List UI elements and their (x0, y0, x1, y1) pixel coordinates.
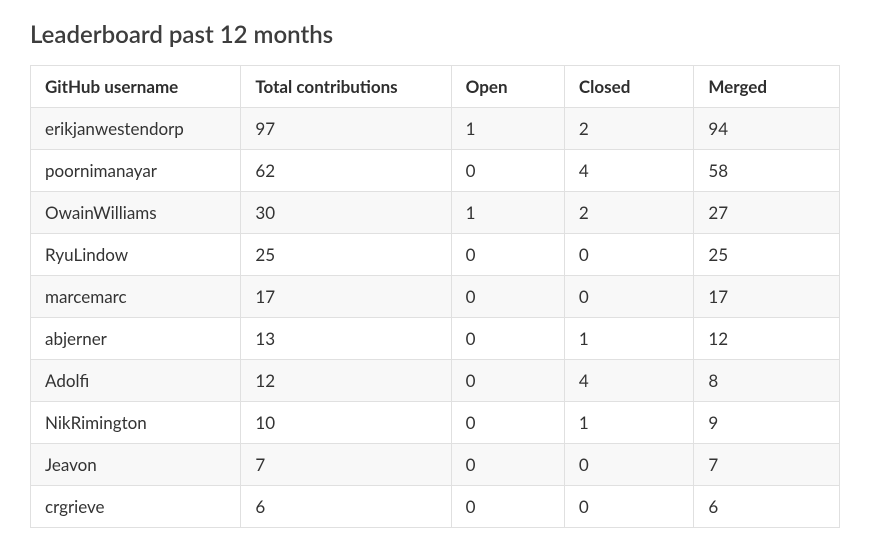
cell-open: 0 (451, 318, 564, 360)
cell-username: Adolfi (31, 360, 241, 402)
col-header-username: GitHub username (31, 66, 241, 108)
col-header-total: Total contributions (241, 66, 451, 108)
cell-merged: 12 (694, 318, 840, 360)
cell-total: 10 (241, 402, 451, 444)
cell-closed: 1 (564, 318, 693, 360)
table-row: erikjanwestendorp 97 1 2 94 (31, 108, 840, 150)
cell-closed: 2 (564, 108, 693, 150)
cell-closed: 0 (564, 234, 693, 276)
cell-total: 62 (241, 150, 451, 192)
col-header-merged: Merged (694, 66, 840, 108)
table-row: marcemarc 17 0 0 17 (31, 276, 840, 318)
cell-username: poornimanayar (31, 150, 241, 192)
col-header-closed: Closed (564, 66, 693, 108)
cell-merged: 6 (694, 486, 840, 528)
leaderboard-table: GitHub username Total contributions Open… (30, 65, 840, 528)
cell-total: 6 (241, 486, 451, 528)
cell-username: OwainWilliams (31, 192, 241, 234)
cell-username: RyuLindow (31, 234, 241, 276)
cell-merged: 25 (694, 234, 840, 276)
cell-closed: 0 (564, 486, 693, 528)
table-row: NikRimington 10 0 1 9 (31, 402, 840, 444)
table-row: OwainWilliams 30 1 2 27 (31, 192, 840, 234)
cell-total: 30 (241, 192, 451, 234)
cell-total: 25 (241, 234, 451, 276)
cell-merged: 27 (694, 192, 840, 234)
col-header-open: Open (451, 66, 564, 108)
cell-closed: 1 (564, 402, 693, 444)
cell-closed: 0 (564, 276, 693, 318)
cell-total: 12 (241, 360, 451, 402)
table-row: Adolfi 12 0 4 8 (31, 360, 840, 402)
cell-username: crgrieve (31, 486, 241, 528)
cell-merged: 17 (694, 276, 840, 318)
cell-total: 17 (241, 276, 451, 318)
cell-merged: 94 (694, 108, 840, 150)
cell-total: 13 (241, 318, 451, 360)
cell-username: Jeavon (31, 444, 241, 486)
cell-open: 0 (451, 360, 564, 402)
cell-open: 0 (451, 276, 564, 318)
table-row: poornimanayar 62 0 4 58 (31, 150, 840, 192)
cell-open: 1 (451, 108, 564, 150)
cell-open: 1 (451, 192, 564, 234)
table-row: RyuLindow 25 0 0 25 (31, 234, 840, 276)
cell-closed: 2 (564, 192, 693, 234)
table-body: erikjanwestendorp 97 1 2 94 poornimanaya… (31, 108, 840, 528)
leaderboard-title: Leaderboard past 12 months (30, 20, 840, 49)
cell-username: abjerner (31, 318, 241, 360)
cell-closed: 4 (564, 360, 693, 402)
cell-open: 0 (451, 402, 564, 444)
table-row: crgrieve 6 0 0 6 (31, 486, 840, 528)
table-row: Jeavon 7 0 0 7 (31, 444, 840, 486)
table-header-row: GitHub username Total contributions Open… (31, 66, 840, 108)
cell-closed: 0 (564, 444, 693, 486)
cell-username: marcemarc (31, 276, 241, 318)
cell-open: 0 (451, 444, 564, 486)
table-row: abjerner 13 0 1 12 (31, 318, 840, 360)
cell-total: 7 (241, 444, 451, 486)
cell-username: erikjanwestendorp (31, 108, 241, 150)
cell-merged: 8 (694, 360, 840, 402)
cell-username: NikRimington (31, 402, 241, 444)
cell-merged: 9 (694, 402, 840, 444)
cell-merged: 7 (694, 444, 840, 486)
cell-open: 0 (451, 150, 564, 192)
cell-open: 0 (451, 234, 564, 276)
cell-merged: 58 (694, 150, 840, 192)
cell-open: 0 (451, 486, 564, 528)
cell-closed: 4 (564, 150, 693, 192)
cell-total: 97 (241, 108, 451, 150)
